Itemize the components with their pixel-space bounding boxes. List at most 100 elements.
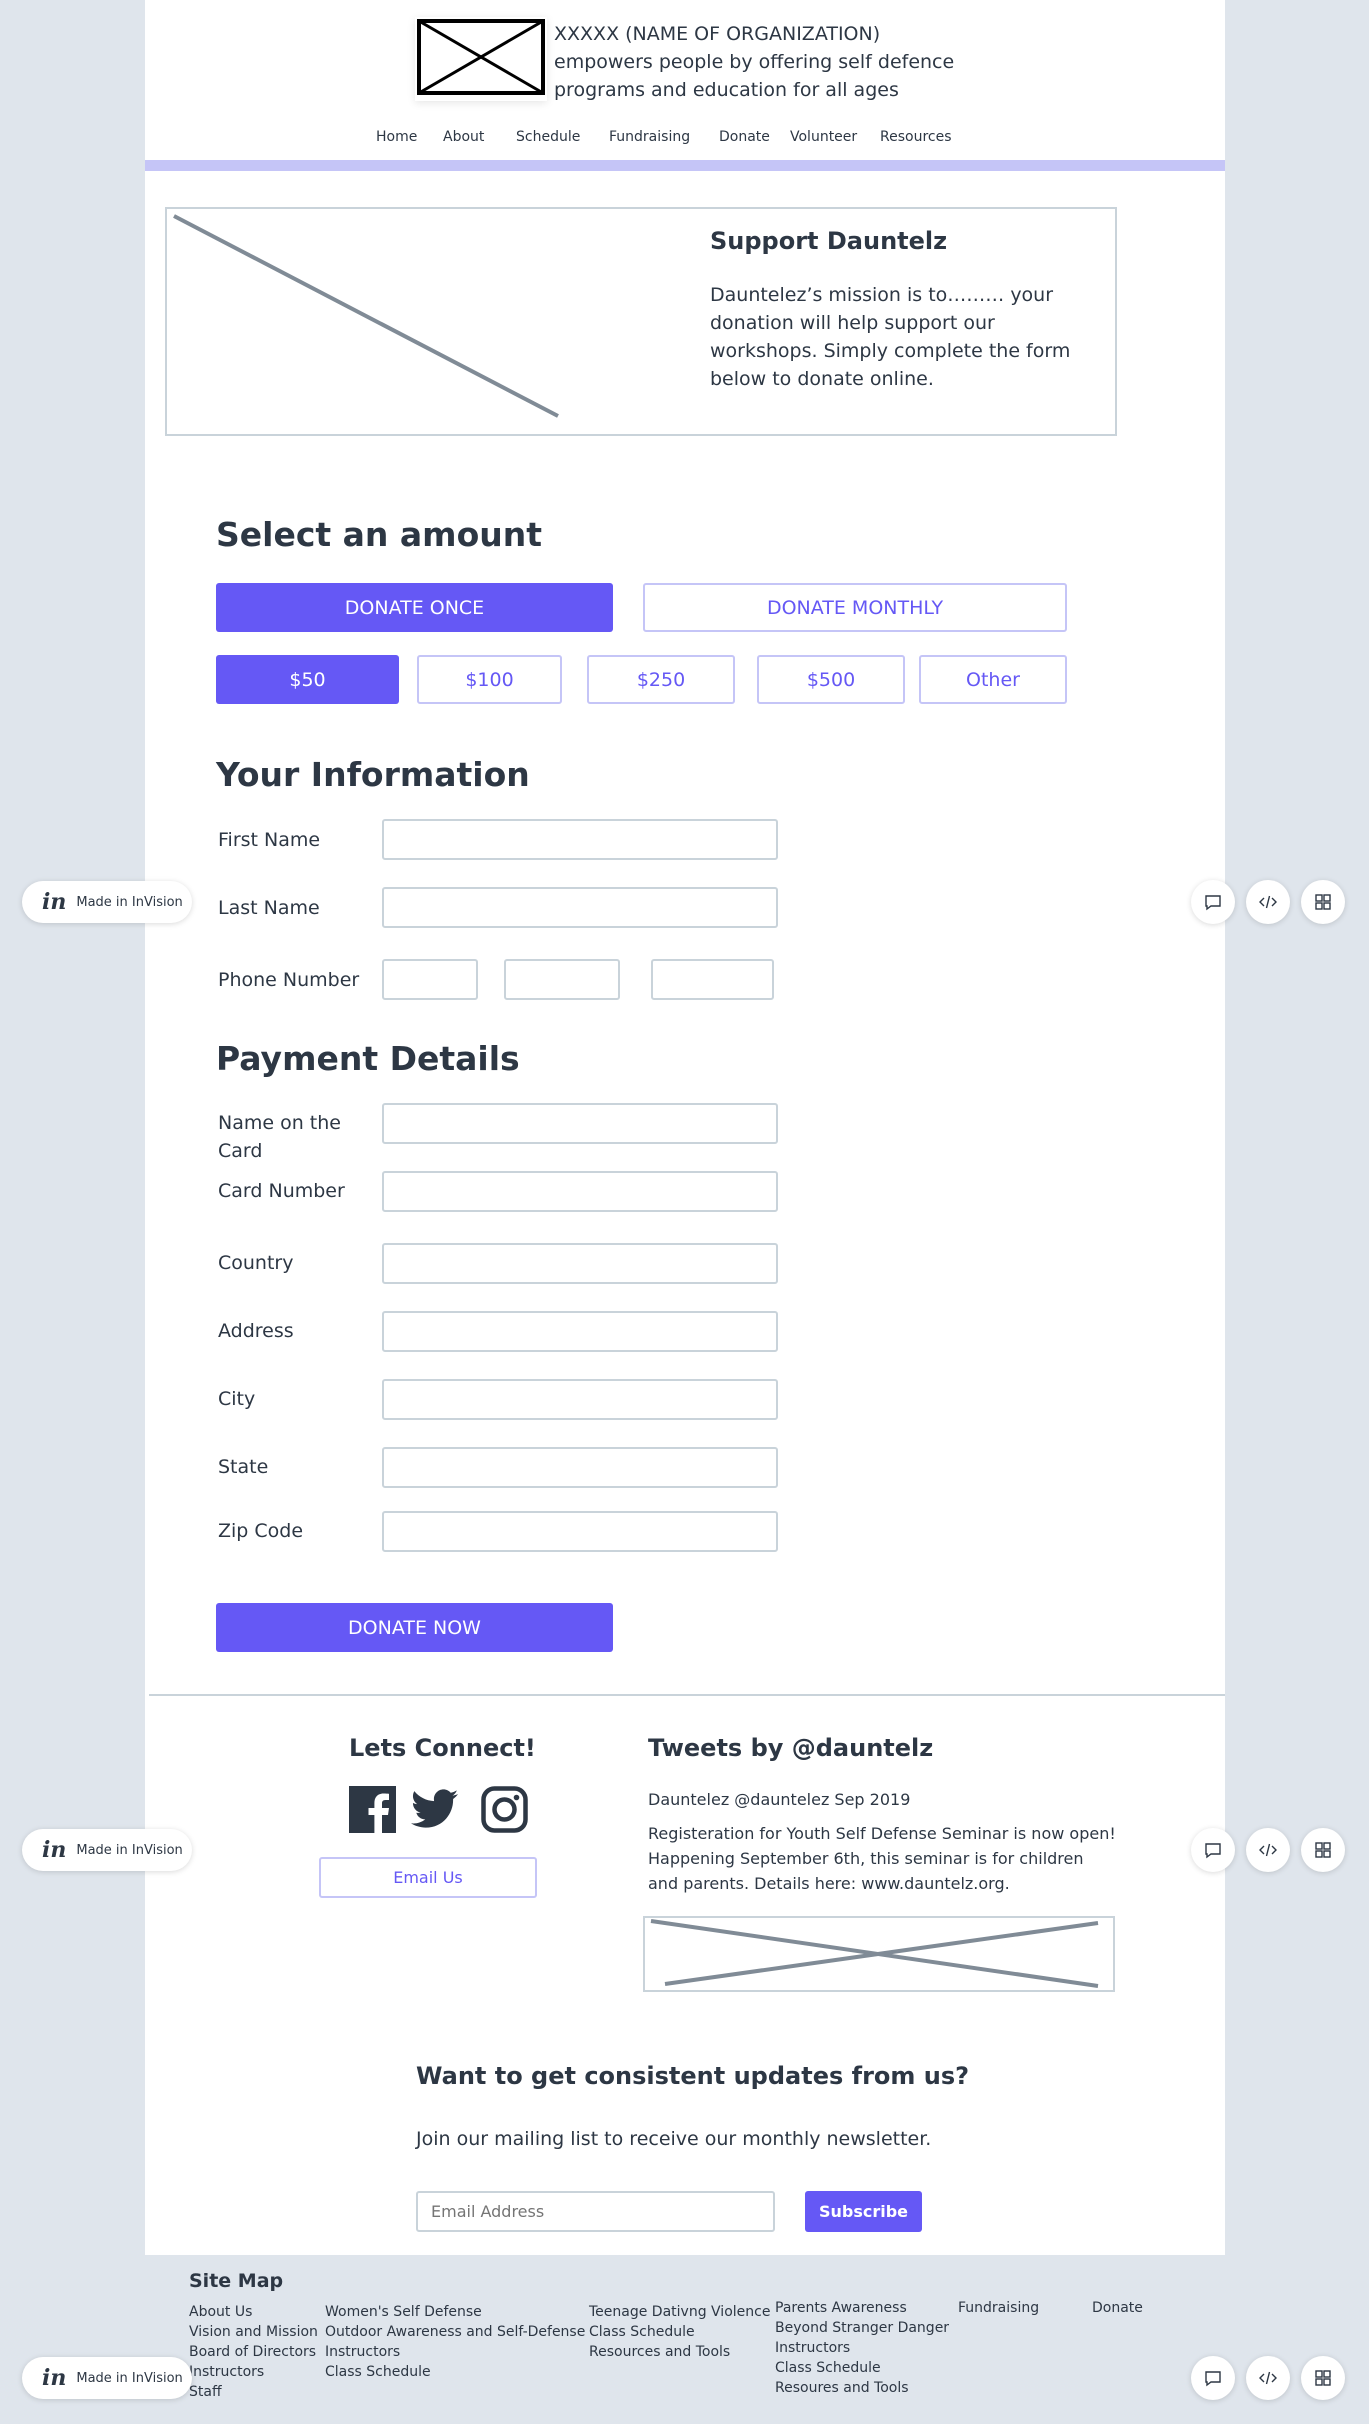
sitemap-link[interactable]: Class Schedule xyxy=(775,2358,949,2378)
state-label: State xyxy=(218,1456,269,1478)
nav-schedule[interactable]: Schedule xyxy=(516,129,580,145)
comment-icon xyxy=(1205,2371,1221,2387)
sitemap-link[interactable]: Donate xyxy=(1092,2298,1143,2318)
donate-now-button[interactable]: DONATE NOW xyxy=(216,1603,613,1652)
made-in-invision-badge[interactable]: in Made in InVision xyxy=(22,1829,192,1871)
donate-once-button[interactable]: DONATE ONCE xyxy=(216,583,613,632)
hero-title: Support Dauntelz xyxy=(710,227,948,255)
phone-number-label: Phone Number xyxy=(218,969,360,991)
sitemap-link[interactable]: Resources and Tools xyxy=(589,2342,770,2362)
tagline-line-2: empowers people by offering self defence xyxy=(554,51,955,73)
invision-badge-label: Made in InVision xyxy=(76,2370,183,2386)
first-name-field[interactable] xyxy=(382,819,778,860)
sitemap-link[interactable]: About Us xyxy=(189,2302,318,2322)
amount-250-button[interactable]: $250 xyxy=(587,655,735,704)
phone-prefix-field[interactable] xyxy=(504,959,620,1000)
sitemap-link[interactable]: Fundraising xyxy=(958,2298,1039,2318)
nav-home[interactable]: Home xyxy=(376,129,417,145)
payment-details-heading: Payment Details xyxy=(216,1039,520,1078)
section-divider xyxy=(149,1694,1225,1696)
zip-code-label: Zip Code xyxy=(218,1520,304,1542)
screens-grid-button[interactable] xyxy=(1301,2356,1345,2400)
instagram-icon[interactable] xyxy=(481,1786,528,1833)
comment-icon xyxy=(1205,895,1221,911)
invision-logo-icon: in xyxy=(42,2365,67,2391)
card-number-field[interactable] xyxy=(382,1171,778,1212)
made-in-invision-badge[interactable]: in Made in InVision xyxy=(22,2357,192,2399)
newsletter-heading: Want to get consistent updates from us? xyxy=(416,2062,970,2090)
subscribe-button[interactable]: Subscribe xyxy=(805,2191,922,2232)
phone-area-code-field[interactable] xyxy=(382,959,478,1000)
address-field[interactable] xyxy=(382,1311,778,1352)
donate-monthly-button[interactable]: DONATE MONTHLY xyxy=(643,583,1067,632)
hero-description: Dauntelez’s mission is to……… your donati… xyxy=(710,284,1071,390)
header-divider-bar xyxy=(145,160,1225,171)
sitemap-heading: Site Map xyxy=(189,2270,284,2292)
sitemap-column-fundraising: Fundraising xyxy=(958,2298,1039,2318)
sitemap-link[interactable]: Staff xyxy=(189,2382,318,2402)
image-placeholder-icon xyxy=(417,19,545,95)
sitemap-link[interactable]: Instructors xyxy=(189,2362,318,2382)
newsletter-email-input[interactable] xyxy=(416,2191,775,2232)
tagline-line-3: programs and education for all ages xyxy=(554,79,899,101)
sitemap-link[interactable]: Beyond Stranger Danger xyxy=(775,2318,949,2338)
grid-icon xyxy=(1315,1842,1331,1858)
sitemap-link[interactable]: Parents Awareness xyxy=(775,2298,949,2318)
sitemap-column-parents: Parents Awareness Beyond Stranger Danger… xyxy=(775,2298,949,2398)
city-label: City xyxy=(218,1388,256,1410)
comment-tool-button[interactable] xyxy=(1191,1828,1235,1872)
inspect-code-button[interactable] xyxy=(1246,1828,1290,1872)
sitemap-link[interactable]: Class Schedule xyxy=(589,2322,770,2342)
comment-tool-button[interactable] xyxy=(1191,2356,1235,2400)
tweets-heading: Tweets by @dauntelz xyxy=(648,1734,934,1762)
sitemap-link[interactable]: Resoures and Tools xyxy=(775,2378,949,2398)
sitemap-link[interactable]: Vision and Mission xyxy=(189,2322,318,2342)
grid-icon xyxy=(1315,2370,1331,2386)
comment-tool-button[interactable] xyxy=(1191,880,1235,924)
hero-image-placeholder-icon xyxy=(173,214,559,418)
sitemap-link[interactable]: Board of Directors xyxy=(189,2342,318,2362)
name-on-card-label: Name on the Card xyxy=(218,1112,341,1162)
nav-fundraising[interactable]: Fundraising xyxy=(609,129,690,145)
nav-volunteer[interactable]: Volunteer xyxy=(790,129,857,145)
city-field[interactable] xyxy=(382,1379,778,1420)
twitter-icon[interactable] xyxy=(411,1789,458,1829)
inspect-code-button[interactable] xyxy=(1246,880,1290,924)
sitemap-link[interactable]: Outdoor Awareness and Self-Defense xyxy=(325,2322,585,2342)
state-field[interactable] xyxy=(382,1447,778,1488)
nav-about[interactable]: About xyxy=(443,129,484,145)
invision-logo-icon: in xyxy=(42,1837,67,1863)
made-in-invision-badge[interactable]: in Made in InVision xyxy=(22,881,192,923)
organization-name: XXXXX (NAME OF ORGANIZATION) xyxy=(554,23,881,45)
code-icon xyxy=(1259,1843,1277,1857)
email-us-button[interactable]: Email Us xyxy=(319,1857,537,1898)
name-on-card-field[interactable] xyxy=(382,1103,778,1144)
support-hero-card: Support Dauntelz Dauntelez’s mission is … xyxy=(165,207,1117,436)
first-name-label: First Name xyxy=(218,829,321,851)
invision-badge-label: Made in InVision xyxy=(76,1842,183,1858)
sitemap-link[interactable]: Instructors xyxy=(325,2342,585,2362)
last-name-field[interactable] xyxy=(382,887,778,928)
inspect-code-button[interactable] xyxy=(1246,2356,1290,2400)
amount-100-button[interactable]: $100 xyxy=(417,655,562,704)
nav-donate[interactable]: Donate xyxy=(719,129,770,145)
country-field[interactable] xyxy=(382,1243,778,1284)
amount-500-button[interactable]: $500 xyxy=(757,655,905,704)
newsletter-description: Join our mailing list to receive our mon… xyxy=(416,2128,932,2150)
screens-grid-button[interactable] xyxy=(1301,880,1345,924)
sitemap-link[interactable]: Class Schedule xyxy=(325,2362,585,2382)
zip-code-field[interactable] xyxy=(382,1511,778,1552)
sitemap-link[interactable]: Women's Self Defense xyxy=(325,2302,585,2322)
sitemap-link[interactable]: Teenage Dativng Violence xyxy=(589,2302,770,2322)
phone-line-field[interactable] xyxy=(651,959,774,1000)
facebook-icon[interactable] xyxy=(349,1786,396,1833)
sitemap-link[interactable]: Instructors xyxy=(775,2338,949,2358)
nav-resources[interactable]: Resources xyxy=(880,129,952,145)
amount-other-button[interactable]: Other xyxy=(919,655,1067,704)
amount-50-button[interactable]: $50 xyxy=(216,655,399,704)
sitemap-column-about: About Us Vision and Mission Board of Dir… xyxy=(189,2302,318,2402)
screens-grid-button[interactable] xyxy=(1301,1828,1345,1872)
sitemap-column-teenage: Teenage Dativng Violence Class Schedule … xyxy=(589,2302,770,2362)
invision-badge-label: Made in InVision xyxy=(76,894,183,910)
sitemap-column-womens: Women's Self Defense Outdoor Awareness a… xyxy=(325,2302,585,2382)
